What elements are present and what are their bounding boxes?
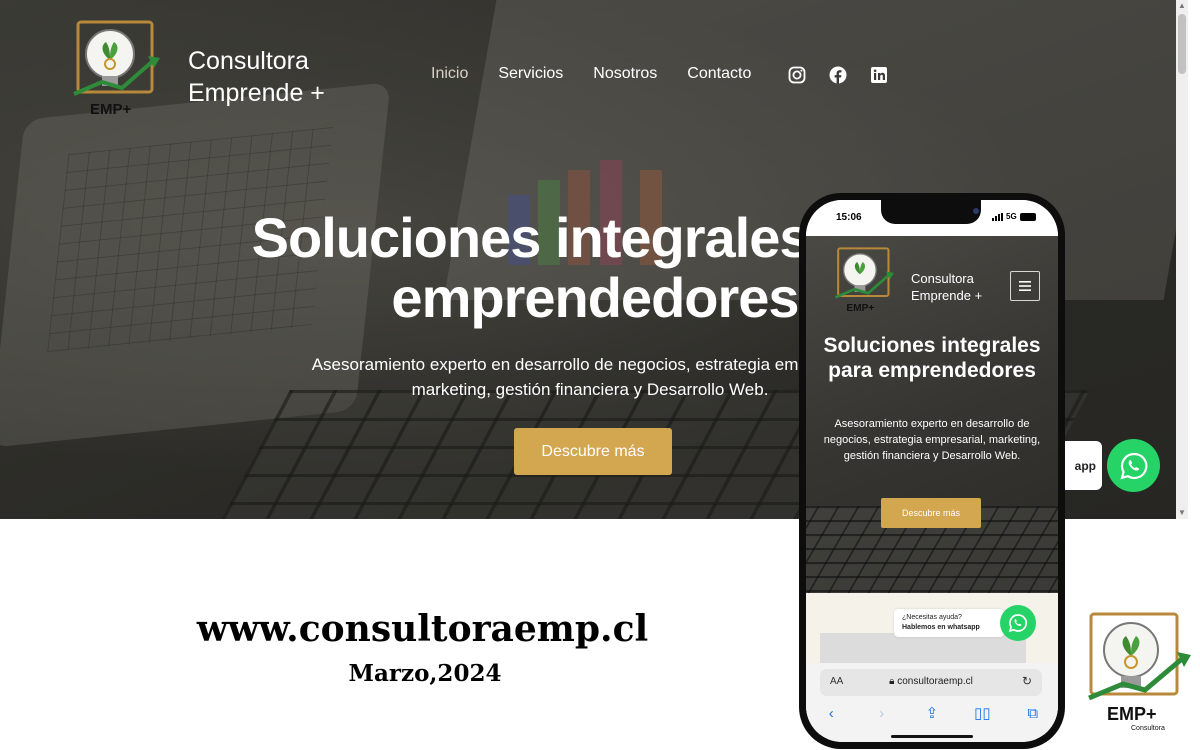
phone-url-value: consultoraemp.cl bbox=[897, 676, 973, 687]
hamburger-icon bbox=[1019, 281, 1031, 291]
scrollbar-thumb[interactable] bbox=[1178, 14, 1186, 74]
social-links bbox=[788, 66, 888, 84]
hamburger-menu-button[interactable] bbox=[1010, 271, 1040, 301]
signal-icon bbox=[992, 212, 1003, 221]
brand-name[interactable]: Consultora Emprende + bbox=[188, 45, 325, 109]
phone-hero-subtitle: Asesoramiento experto en desarrollo de n… bbox=[823, 418, 1041, 462]
facebook-icon[interactable] bbox=[829, 66, 847, 84]
lock-icon: 🔒︎ bbox=[889, 676, 895, 687]
home-indicator bbox=[891, 735, 973, 738]
phone-notch bbox=[881, 200, 981, 224]
phone-whatsapp-icon bbox=[1008, 614, 1028, 633]
nav-item-contacto[interactable]: Contacto bbox=[687, 65, 751, 83]
phone-wa-tip-question: ¿Necesitas ayuda? bbox=[902, 614, 962, 621]
phone-brand-line-1: Consultora bbox=[911, 271, 974, 286]
phone-hero-title: Soluciones integrales para emprendedores bbox=[823, 334, 1041, 382]
phone-whatsapp-button[interactable] bbox=[1000, 605, 1036, 641]
phone-url-text: 🔒︎ consultoraemp.cl bbox=[820, 676, 1042, 687]
nav-item-inicio[interactable]: Inicio bbox=[431, 65, 468, 83]
phone-signal: 5G bbox=[992, 212, 1036, 221]
logo-large-subtext: Consultora bbox=[1131, 725, 1165, 732]
phone-status-bar: 15:06 5G bbox=[806, 200, 1058, 236]
linkedin-icon[interactable] bbox=[870, 66, 888, 84]
phone-whatsapp-tooltip[interactable]: ¿Necesitas ayuda? Hablemos en whatsapp bbox=[894, 609, 1004, 637]
back-icon[interactable]: ‹ bbox=[821, 705, 841, 722]
scroll-down-icon[interactable]: ▼ bbox=[1178, 509, 1186, 517]
forward-icon[interactable]: › bbox=[872, 705, 892, 722]
phone-brand-logo[interactable]: EMP+ bbox=[834, 247, 894, 315]
hero-title-line-2: emprendedores bbox=[391, 266, 799, 329]
reload-icon[interactable]: ↻ bbox=[1022, 674, 1032, 688]
bookmarks-icon[interactable]: ▯▯ bbox=[972, 704, 992, 722]
publish-date: Marzo,2024 bbox=[348, 660, 502, 687]
phone-next-section: ¿Necesitas ayuda? Hablemos en whatsapp bbox=[806, 593, 1058, 673]
logo-large-text: EMP+ bbox=[1107, 704, 1157, 724]
phone-address-bar[interactable]: AA 🔒︎ consultoraemp.cl ↻ bbox=[820, 669, 1042, 696]
website-url: www.consultoraemp.cl bbox=[196, 608, 649, 650]
phone-brand-name[interactable]: Consultora Emprende + bbox=[911, 270, 982, 304]
phone-mockup: 15:06 5G EMP+ Consultora Emprende + Solu… bbox=[799, 193, 1065, 749]
brand-logo-large: EMP+ Consultora bbox=[1088, 612, 1191, 732]
brand-logo[interactable]: EMP+ bbox=[72, 20, 160, 120]
scroll-up-icon[interactable]: ▲ bbox=[1178, 2, 1186, 10]
battery-icon bbox=[1019, 212, 1036, 221]
discover-more-button[interactable]: Descubre más bbox=[514, 428, 672, 475]
share-icon[interactable]: ⇪ bbox=[922, 704, 942, 722]
whatsapp-icon bbox=[1119, 452, 1147, 479]
phone-discover-more-button[interactable]: Descubre más bbox=[881, 498, 981, 528]
nav-item-nosotros[interactable]: Nosotros bbox=[593, 65, 657, 83]
phone-time: 15:06 bbox=[836, 212, 862, 223]
logo-text: EMP+ bbox=[90, 101, 132, 118]
phone-wa-tip-cta: Hablemos en whatsapp bbox=[902, 624, 980, 631]
brand-line-1: Consultora bbox=[188, 47, 309, 75]
instagram-icon[interactable] bbox=[788, 66, 806, 84]
tabs-icon[interactable]: ⧉ bbox=[1023, 705, 1043, 722]
phone-brand-line-2: Emprende + bbox=[911, 288, 983, 303]
network-type: 5G bbox=[1006, 212, 1017, 221]
brand-line-2: Emprende + bbox=[188, 79, 325, 107]
page-scrollbar[interactable]: ▲ ▼ bbox=[1176, 0, 1188, 519]
main-nav: Inicio Servicios Nosotros Contacto bbox=[431, 65, 751, 83]
phone-logo-text: EMP+ bbox=[846, 303, 874, 314]
whatsapp-button[interactable] bbox=[1107, 439, 1160, 492]
camera-icon bbox=[973, 208, 979, 214]
nav-item-servicios[interactable]: Servicios bbox=[498, 65, 563, 83]
phone-browser-bar: AA 🔒︎ consultoraemp.cl ↻ ‹ › ⇪ ▯▯ ⧉ bbox=[806, 663, 1058, 742]
phone-browser-toolbar: ‹ › ⇪ ▯▯ ⧉ bbox=[806, 701, 1058, 725]
phone-hero: EMP+ Consultora Emprende + Soluciones in… bbox=[806, 236, 1058, 593]
phone-screen: 15:06 5G EMP+ Consultora Emprende + Solu… bbox=[806, 200, 1058, 742]
